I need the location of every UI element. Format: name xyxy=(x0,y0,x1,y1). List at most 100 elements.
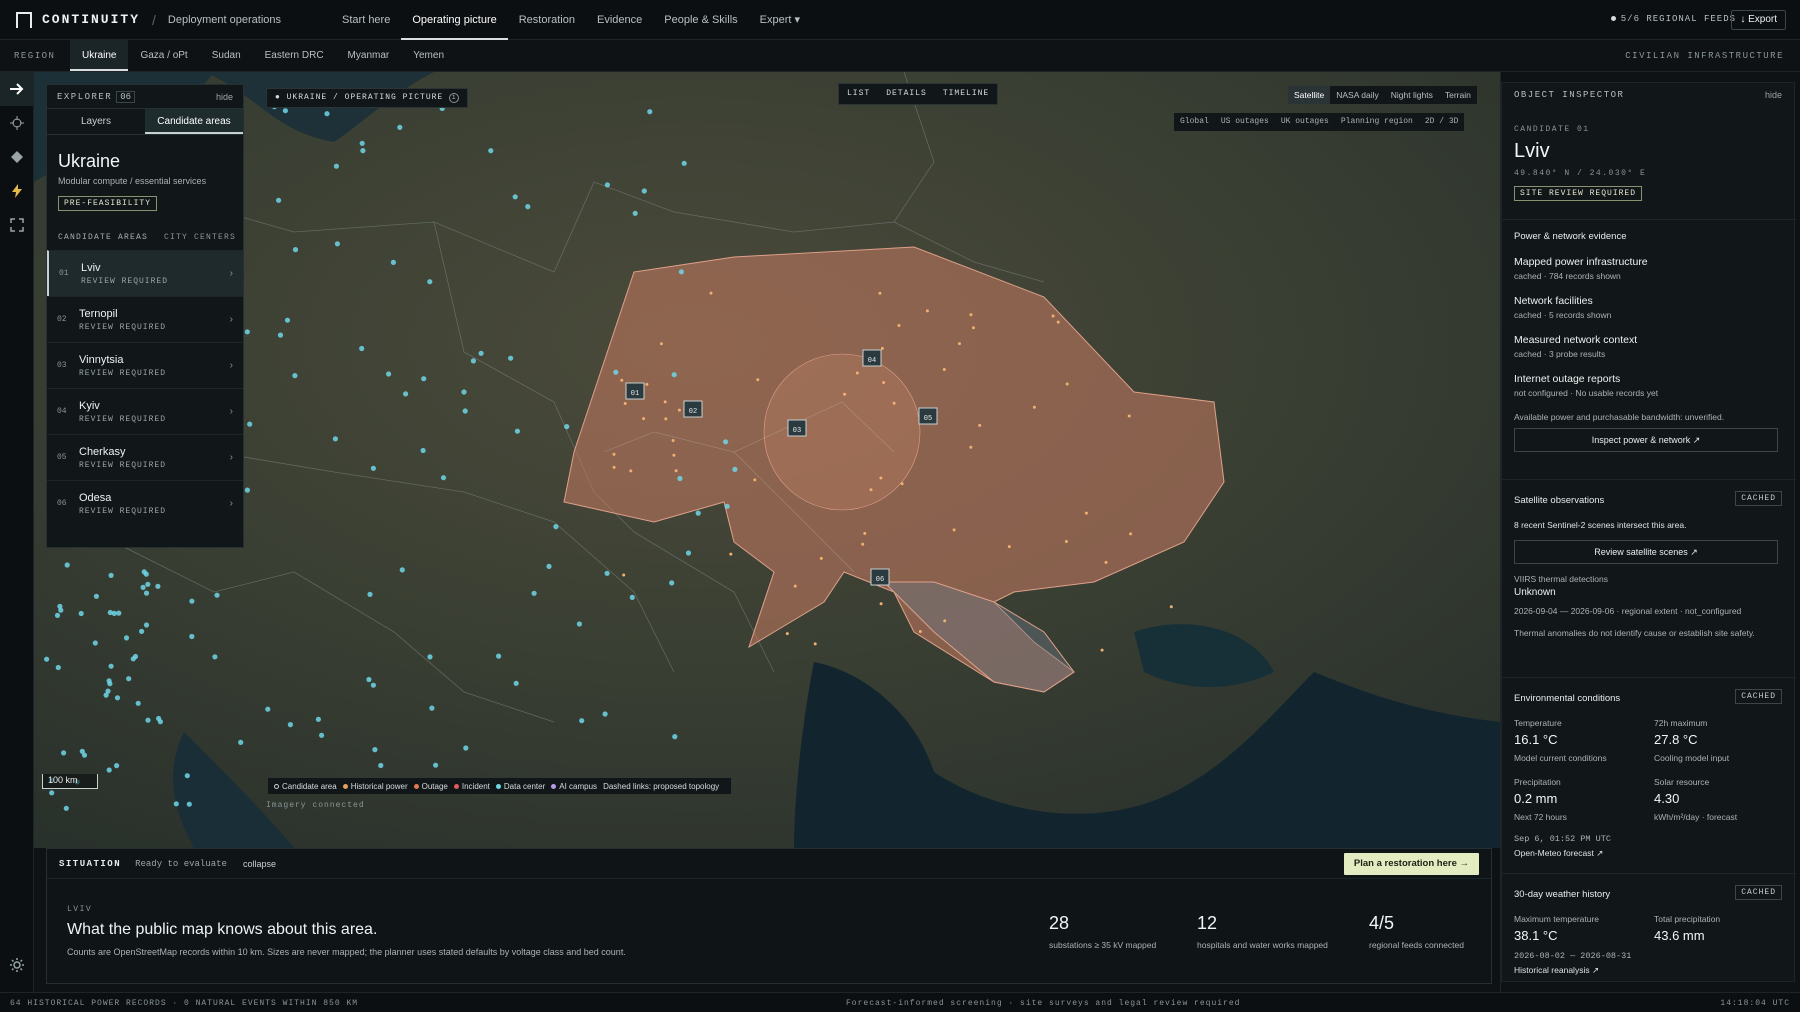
data-center-dot[interactable] xyxy=(604,570,610,576)
historical-power-dot[interactable] xyxy=(843,392,847,396)
data-center-dot[interactable] xyxy=(334,241,340,247)
historical-power-dot[interactable] xyxy=(677,408,681,412)
data-center-dot[interactable] xyxy=(463,745,469,751)
data-center-dot[interactable] xyxy=(427,654,433,660)
data-center-dot[interactable] xyxy=(212,654,218,660)
data-center-dot[interactable] xyxy=(282,108,288,114)
historical-power-dot[interactable] xyxy=(1169,605,1173,609)
evidence-item[interactable]: Measured network context cached · 3 probe… xyxy=(1514,334,1784,359)
historical-power-dot[interactable] xyxy=(952,528,956,532)
data-center-dot[interactable] xyxy=(496,653,502,659)
data-center-dot[interactable] xyxy=(123,635,130,641)
data-center-dot[interactable] xyxy=(184,773,190,779)
candidate-item[interactable]: 05 Cherkasy REVIEW REQUIRED › xyxy=(47,434,243,480)
data-center-dot[interactable] xyxy=(106,678,112,684)
data-center-dot[interactable] xyxy=(277,332,284,338)
data-center-dot[interactable] xyxy=(276,197,282,203)
data-center-dot[interactable] xyxy=(61,750,67,756)
historical-power-dot[interactable] xyxy=(900,482,904,486)
historical-power-dot[interactable] xyxy=(671,439,675,442)
historical-power-dot[interactable] xyxy=(1127,414,1131,418)
data-center-dot[interactable] xyxy=(629,594,635,601)
data-center-dot[interactable] xyxy=(433,762,439,768)
data-center-dot[interactable] xyxy=(189,598,195,604)
data-center-dot[interactable] xyxy=(669,580,675,586)
data-center-dot[interactable] xyxy=(135,700,141,706)
data-center-dot[interactable] xyxy=(315,716,321,722)
data-center-dot[interactable] xyxy=(397,124,403,130)
overlay-planning-region[interactable]: Planning region xyxy=(1335,113,1419,131)
data-center-dot[interactable] xyxy=(604,182,611,188)
candidate-marker-02[interactable]: 02 xyxy=(683,400,703,418)
historical-power-dot[interactable] xyxy=(918,630,922,633)
data-center-dot[interactable] xyxy=(564,424,570,430)
data-center-dot[interactable] xyxy=(333,163,339,169)
historical-power-dot[interactable] xyxy=(664,417,668,421)
data-center-dot[interactable] xyxy=(189,633,195,640)
data-center-dot[interactable] xyxy=(63,805,69,811)
evidence-item[interactable]: Network facilities cached · 5 records sho… xyxy=(1514,295,1784,320)
historical-power-dot[interactable] xyxy=(969,445,973,449)
tab-candidate-areas[interactable]: Candidate areas xyxy=(145,109,243,134)
arrow-right-icon[interactable] xyxy=(0,72,34,106)
data-center-dot[interactable] xyxy=(632,210,638,216)
data-center-dot[interactable] xyxy=(370,465,376,471)
expand-icon[interactable] xyxy=(0,208,34,242)
data-center-dot[interactable] xyxy=(421,376,427,382)
data-center-dot[interactable] xyxy=(370,682,376,688)
tab-list[interactable]: LIST xyxy=(839,84,878,104)
candidate-item[interactable]: 03 Vinnytsia REVIEW REQUIRED › xyxy=(47,342,243,388)
data-center-dot[interactable] xyxy=(139,628,145,635)
basemap-terrain[interactable]: Terrain xyxy=(1439,86,1477,104)
data-center-dot[interactable] xyxy=(531,590,537,596)
historical-power-dot[interactable] xyxy=(663,400,667,404)
data-center-dot[interactable] xyxy=(488,148,494,154)
diamond-icon[interactable] xyxy=(0,140,34,174)
data-center-dot[interactable] xyxy=(440,475,447,481)
data-center-dot[interactable] xyxy=(461,389,467,395)
region-tab-sudan[interactable]: Sudan xyxy=(200,40,253,71)
data-center-dot[interactable] xyxy=(553,524,559,530)
historical-power-dot[interactable] xyxy=(1007,545,1011,549)
data-center-dot[interactable] xyxy=(57,603,63,609)
bolt-icon[interactable] xyxy=(0,174,34,208)
historical-power-dot[interactable] xyxy=(642,417,646,421)
data-center-dot[interactable] xyxy=(114,763,120,769)
data-center-dot[interactable] xyxy=(386,371,392,377)
tab-timeline[interactable]: TIMELINE xyxy=(935,84,997,104)
data-center-dot[interactable] xyxy=(512,194,518,200)
data-center-dot[interactable] xyxy=(49,790,55,796)
data-center-dot[interactable] xyxy=(186,801,192,807)
data-center-dot[interactable] xyxy=(265,706,271,712)
evidence-item[interactable]: Mapped power infrastructure cached · 784 … xyxy=(1514,256,1784,281)
data-center-dot[interactable] xyxy=(478,350,484,356)
candidate-marker-06[interactable]: 06 xyxy=(870,568,890,586)
data-center-dot[interactable] xyxy=(79,748,85,754)
historical-power-dot[interactable] xyxy=(942,368,946,371)
basemap-satellite[interactable]: Satellite xyxy=(1288,86,1331,104)
historical-power-dot[interactable] xyxy=(880,346,884,350)
basemap-nasa-daily[interactable]: NASA daily xyxy=(1330,86,1385,104)
data-center-dot[interactable] xyxy=(108,572,114,578)
data-center-dot[interactable] xyxy=(156,715,162,722)
historical-power-dot[interactable] xyxy=(1129,532,1133,536)
candidate-item[interactable]: 06 Odesa REVIEW REQUIRED › xyxy=(47,480,243,526)
historical-power-dot[interactable] xyxy=(978,423,982,427)
historical-power-dot[interactable] xyxy=(813,642,817,646)
data-center-dot[interactable] xyxy=(155,583,161,589)
data-center-dot[interactable] xyxy=(360,148,366,154)
data-center-dot[interactable] xyxy=(324,111,330,117)
evidence-item[interactable]: Internet outage reports not configured · … xyxy=(1514,373,1784,398)
data-center-dot[interactable] xyxy=(602,711,608,717)
candidate-marker-05[interactable]: 05 xyxy=(918,407,938,425)
historical-power-dot[interactable] xyxy=(622,573,626,577)
data-center-dot[interactable] xyxy=(427,279,433,285)
region-tab-gaza[interactable]: Gaza / oPt xyxy=(128,40,199,71)
data-center-dot[interactable] xyxy=(681,160,687,166)
data-center-dot[interactable] xyxy=(145,581,151,587)
review-satellite-scenes-button[interactable]: Review satellite scenes ↗ xyxy=(1514,540,1778,564)
data-center-dot[interactable] xyxy=(292,247,299,253)
historical-power-dot[interactable] xyxy=(879,602,883,606)
historical-power-dot[interactable] xyxy=(1065,382,1069,386)
historical-power-dot[interactable] xyxy=(855,371,859,375)
